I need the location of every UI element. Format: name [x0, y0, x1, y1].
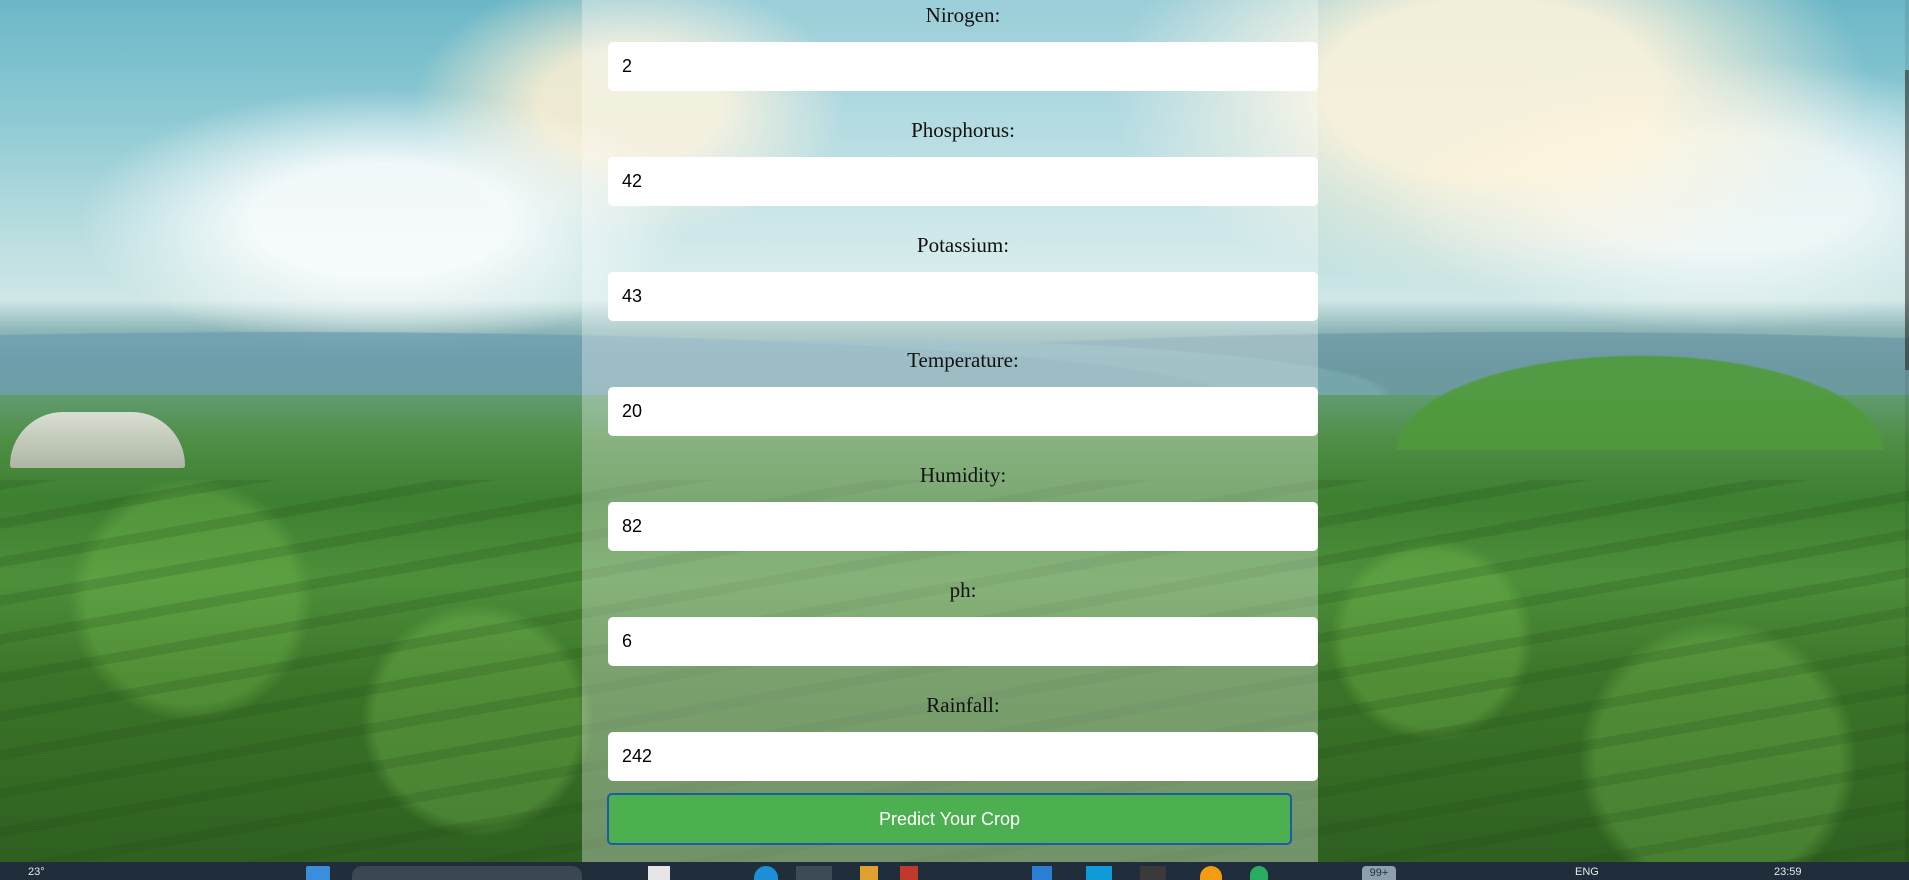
crop-prediction-form: Nirogen: Phosphorus: Potassium: Temperat…	[582, 0, 1318, 862]
humidity-input[interactable]	[608, 502, 1318, 551]
vscode-icon[interactable]	[1086, 866, 1112, 880]
file-explorer-icon[interactable]	[796, 866, 832, 880]
weather-widget[interactable]: 23°	[28, 866, 45, 880]
phosphorus-field: Phosphorus:	[608, 115, 1318, 206]
chrome-icon[interactable]	[1200, 866, 1222, 880]
temperature-label: Temperature:	[907, 348, 1019, 372]
temperature-field: Temperature:	[608, 345, 1318, 436]
notification-badge[interactable]: 99+	[1362, 866, 1396, 880]
edge-browser-icon[interactable]	[754, 866, 778, 880]
rainfall-input[interactable]	[608, 732, 1318, 781]
nitrogen-label: Nirogen:	[925, 3, 1001, 27]
humidity-label: Humidity:	[919, 463, 1007, 487]
ph-label: ph:	[949, 578, 977, 602]
nitrogen-input[interactable]	[608, 42, 1318, 91]
ph-field: ph:	[608, 575, 1318, 666]
potassium-input[interactable]	[608, 272, 1318, 321]
rainfall-label: Rainfall:	[926, 693, 1000, 717]
folder-icon[interactable]	[860, 866, 878, 880]
ph-input[interactable]	[608, 617, 1318, 666]
potassium-label: Potassium:	[916, 233, 1010, 257]
language-indicator[interactable]: ENG	[1575, 866, 1599, 880]
taskbar-search-box[interactable]	[352, 866, 582, 880]
background-hill	[1330, 330, 1909, 450]
temperature-input[interactable]	[608, 387, 1318, 436]
os-taskbar: 23° 99+ ENG 23:59	[0, 862, 1909, 880]
potassium-field: Potassium:	[608, 230, 1318, 321]
file-icon[interactable]	[648, 866, 670, 880]
start-menu-icon[interactable]	[306, 866, 330, 880]
app-icon-green[interactable]	[1250, 866, 1268, 880]
nitrogen-field: Nirogen:	[608, 0, 1318, 91]
background-greenhouse	[10, 412, 185, 468]
predict-crop-button[interactable]: Predict Your Crop	[607, 793, 1292, 845]
app-icon-red[interactable]	[900, 866, 918, 880]
system-clock[interactable]: 23:59	[1774, 866, 1802, 880]
app-icon-dark[interactable]	[1140, 866, 1166, 880]
app-icon-blue[interactable]	[1032, 866, 1052, 880]
phosphorus-label: Phosphorus:	[911, 118, 1015, 142]
humidity-field: Humidity:	[608, 460, 1318, 551]
rainfall-field: Rainfall:	[608, 690, 1318, 781]
phosphorus-input[interactable]	[608, 157, 1318, 206]
page-scrollbar[interactable]	[1905, 0, 1909, 862]
scrollbar-thumb[interactable]	[1905, 70, 1909, 370]
